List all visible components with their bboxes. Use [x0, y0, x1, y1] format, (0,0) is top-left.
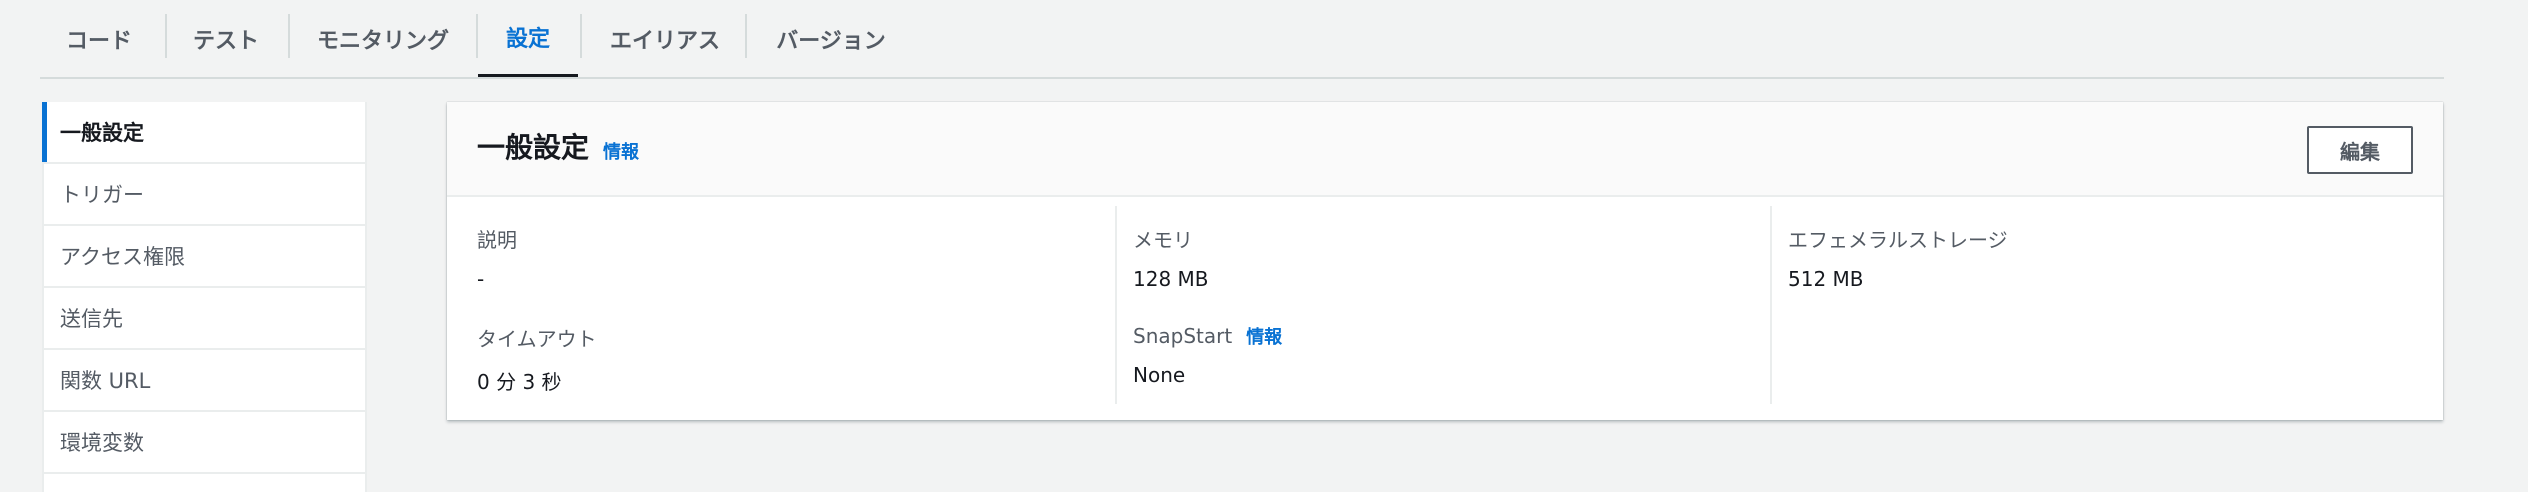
sidebar-item-function-url[interactable]: 関数 URL — [44, 350, 365, 412]
tab-code[interactable]: コード — [54, 0, 144, 77]
memory-label: メモリ — [1133, 228, 1193, 252]
panel-info-link[interactable]: 情報 — [603, 138, 639, 164]
snapstart-label-row: SnapStart 情報 — [1133, 323, 1282, 349]
timeout-label: タイムアウト — [477, 327, 597, 351]
memory-field: メモリ 128 MB — [1133, 224, 1209, 291]
tab-divider — [288, 14, 290, 58]
ephemeral-storage-label: エフェメラルストレージ — [1788, 228, 2008, 252]
panel-header: 一般設定 情報 編集 — [447, 102, 2443, 197]
snapstart-value: None — [1133, 363, 1186, 387]
tab-bar: コード テスト モニタリング 設定 エイリアス バージョン — [40, 0, 2444, 79]
column-divider — [1770, 206, 1772, 404]
tab-divider — [165, 14, 167, 58]
description-value: - — [477, 267, 485, 291]
sidebar-item-triggers[interactable]: トリガー — [44, 164, 365, 226]
timeout-field: タイムアウト 0 分 3 秒 — [477, 323, 597, 395]
timeout-value: 0 分 3 秒 — [477, 370, 562, 394]
memory-value: 128 MB — [1133, 267, 1209, 291]
tab-aliases[interactable]: エイリアス — [600, 0, 730, 77]
snapstart-label: SnapStart — [1133, 324, 1233, 348]
tab-divider — [745, 14, 747, 58]
snapstart-field: SnapStart 情報 None — [1133, 323, 1282, 387]
sidebar-item-permissions[interactable]: アクセス権限 — [44, 226, 365, 288]
tab-versions[interactable]: バージョン — [764, 0, 898, 77]
description-label: 説明 — [477, 228, 517, 252]
snapstart-info-link[interactable]: 情報 — [1246, 323, 1282, 349]
column-divider — [1115, 206, 1117, 404]
tab-configuration[interactable]: 設定 — [478, 0, 578, 77]
sidebar-item-general-configuration[interactable]: 一般設定 — [42, 102, 365, 164]
ephemeral-storage-value: 512 MB — [1788, 267, 1864, 291]
tab-divider — [580, 14, 582, 58]
general-configuration-panel: 一般設定 情報 編集 説明 - タイムアウト 0 分 3 秒 メモリ 128 M… — [447, 102, 2443, 420]
configuration-sidenav: 一般設定 トリガー アクセス権限 送信先 関数 URL 環境変数 — [42, 102, 367, 492]
description-field: 説明 - — [477, 224, 517, 291]
tab-monitoring[interactable]: モニタリング — [310, 0, 456, 77]
edit-button[interactable]: 編集 — [2307, 126, 2413, 174]
sidebar-item-destinations[interactable]: 送信先 — [44, 288, 365, 350]
sidebar-item-environment-variables[interactable]: 環境変数 — [44, 412, 365, 474]
tab-test[interactable]: テスト — [184, 0, 268, 77]
panel-title: 一般設定 — [477, 131, 590, 164]
ephemeral-storage-field: エフェメラルストレージ 512 MB — [1788, 224, 2008, 291]
